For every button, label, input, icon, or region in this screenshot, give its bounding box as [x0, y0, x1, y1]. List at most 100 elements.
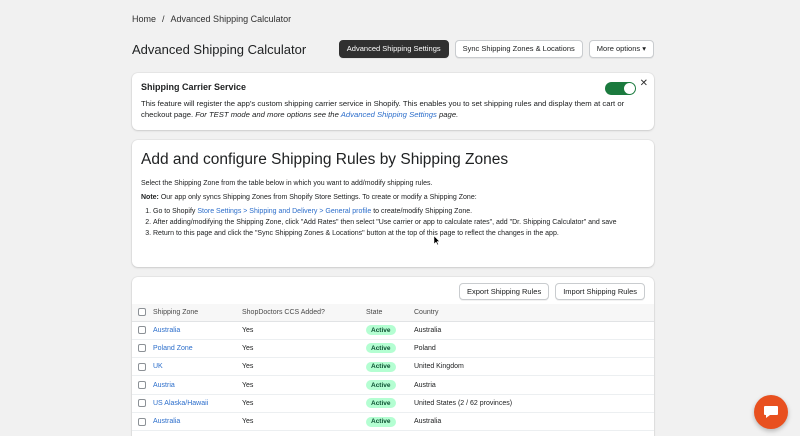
shipping-zones-table: Shipping Zone ShopDoctors CCS Added? Sta… — [132, 304, 654, 432]
table-row: Poland Zone Yes Active Poland — [132, 339, 654, 359]
zone-cell: Austria — [153, 375, 242, 395]
state-cell: Active — [366, 357, 414, 377]
table-row: US Alaska/Hawaii Yes Active United State… — [132, 394, 654, 413]
table-row: Austria Yes Active Austria — [132, 375, 654, 395]
select-all-checkbox[interactable] — [138, 308, 146, 317]
zone-cell: Australia — [153, 412, 242, 432]
row-select-cell — [132, 375, 153, 395]
ccs-cell: Yes — [242, 339, 366, 359]
step-1-post: to create/modify Shipping Zone. — [371, 207, 473, 215]
row-checkbox[interactable] — [138, 362, 146, 371]
sync-shipping-zones-button[interactable]: Sync Shipping Zones & Locations — [454, 40, 583, 58]
step-1-pre: Go to Shopify — [153, 207, 198, 215]
carrier-title: Shipping Carrier Service — [141, 82, 247, 92]
header-state: State — [366, 304, 414, 322]
status-badge: Active — [366, 380, 396, 391]
header-ccs: ShopDoctors CCS Added? — [242, 304, 366, 322]
header-actions: Advanced Shipping Settings Sync Shipping… — [338, 40, 654, 58]
carrier-service-toggle[interactable] — [605, 82, 636, 95]
store-settings-link[interactable]: Store Settings > Shipping and Delivery >… — [197, 208, 371, 215]
zone-link[interactable]: Poland Zone — [153, 345, 193, 352]
more-options-button[interactable]: More options ▾ — [588, 40, 654, 58]
breadcrumb: Home / Advanced Shipping Calculator — [132, 14, 291, 24]
table-header-row: Shipping Zone ShopDoctors CCS Added? Sta… — [132, 304, 654, 322]
zone-link[interactable]: UK — [153, 363, 163, 370]
country-cell: Austria — [414, 375, 654, 395]
status-badge: Active — [366, 325, 396, 336]
ccs-cell: Yes — [242, 321, 366, 340]
status-badge: Active — [366, 398, 396, 409]
table-row: Australia Yes Active Australia — [132, 321, 654, 340]
breadcrumb-home-link[interactable]: Home — [132, 14, 156, 24]
zone-link[interactable]: Austria — [153, 382, 175, 389]
row-select-cell — [132, 339, 153, 359]
zone-cell: US Alaska/Hawaii — [153, 394, 242, 413]
country-cell: United Kingdom — [414, 357, 654, 377]
row-checkbox[interactable] — [138, 381, 146, 390]
row-checkbox[interactable] — [138, 417, 146, 426]
state-cell: Active — [366, 339, 414, 359]
rules-intro: Select the Shipping Zone from the table … — [141, 180, 433, 187]
rules-steps: Go to Shopify Store Settings > Shipping … — [141, 207, 645, 239]
country-cell: Poland — [414, 339, 654, 359]
country-cell: Australia — [414, 321, 654, 340]
ccs-cell: Yes — [242, 394, 366, 413]
row-select-cell — [132, 321, 153, 340]
breadcrumb-current: Advanced Shipping Calculator — [170, 14, 292, 24]
carrier-description: This feature will register the app's cus… — [141, 98, 641, 120]
row-checkbox[interactable] — [138, 344, 146, 353]
export-shipping-rules-button[interactable]: Export Shipping Rules — [458, 283, 550, 300]
ccs-cell: Yes — [242, 412, 366, 432]
row-checkbox[interactable] — [138, 399, 146, 408]
advanced-shipping-settings-button[interactable]: Advanced Shipping Settings — [338, 40, 449, 58]
zone-cell: UK — [153, 357, 242, 377]
note-text: Our app only syncs Shipping Zones from S… — [158, 193, 477, 201]
row-select-cell — [132, 357, 153, 377]
carrier-text-end: page. — [436, 110, 459, 120]
import-shipping-rules-button[interactable]: Import Shipping Rules — [555, 283, 645, 300]
select-all-cell — [132, 304, 153, 322]
table-row: Australia Yes Active Australia — [132, 412, 654, 432]
row-select-cell — [132, 412, 153, 432]
row-select-cell — [132, 394, 153, 413]
status-badge: Active — [366, 416, 396, 427]
state-cell: Active — [366, 375, 414, 395]
status-badge: Active — [366, 343, 396, 354]
shipping-carrier-card: Shipping Carrier Service This feature wi… — [132, 73, 654, 130]
ccs-cell: Yes — [242, 375, 366, 395]
country-cell: United States (2 / 62 provinces) — [414, 394, 654, 413]
header-country: Country — [414, 304, 654, 322]
shipping-rules-card: Add and configure Shipping Rules by Ship… — [132, 140, 654, 267]
advanced-settings-link[interactable]: Advanced Shipping Settings — [341, 110, 437, 119]
rules-step-3: Return to this page and click the "Sync … — [153, 229, 645, 239]
table-row: UK Yes Active United Kingdom — [132, 357, 654, 377]
zone-cell: Poland Zone — [153, 339, 242, 359]
mouse-pointer-icon — [434, 236, 440, 245]
chat-button[interactable] — [754, 395, 788, 429]
toggle-knob — [624, 83, 635, 94]
state-cell: Active — [366, 394, 414, 413]
table-actions: Export Shipping Rules Import Shipping Ru… — [132, 277, 654, 304]
status-badge: Active — [366, 361, 396, 372]
close-icon[interactable]: ✕ — [640, 78, 648, 89]
shipping-zones-card: Export Shipping Rules Import Shipping Ru… — [132, 277, 654, 436]
chat-bubble-icon — [764, 406, 778, 418]
rules-step-2: After adding/modifying the Shipping Zone… — [153, 218, 645, 228]
page-title: Advanced Shipping Calculator — [132, 42, 307, 57]
ccs-cell: Yes — [242, 357, 366, 377]
note-label: Note: — [141, 193, 159, 201]
row-checkbox[interactable] — [138, 326, 146, 335]
zone-cell: Australia — [153, 321, 242, 340]
zone-link[interactable]: Australia — [153, 327, 180, 334]
rules-heading: Add and configure Shipping Rules by Ship… — [141, 151, 509, 168]
zone-link[interactable]: Australia — [153, 418, 180, 425]
country-cell: Australia — [414, 412, 654, 432]
breadcrumb-separator: / — [162, 14, 165, 24]
rules-note: Note: Our app only syncs Shipping Zones … — [141, 193, 645, 203]
carrier-text-em: For TEST mode and more options see the — [195, 110, 341, 120]
header-zone: Shipping Zone — [153, 304, 242, 322]
zone-link[interactable]: US Alaska/Hawaii — [153, 400, 208, 407]
state-cell: Active — [366, 321, 414, 340]
rules-step-1: Go to Shopify Store Settings > Shipping … — [153, 207, 645, 217]
state-cell: Active — [366, 412, 414, 432]
